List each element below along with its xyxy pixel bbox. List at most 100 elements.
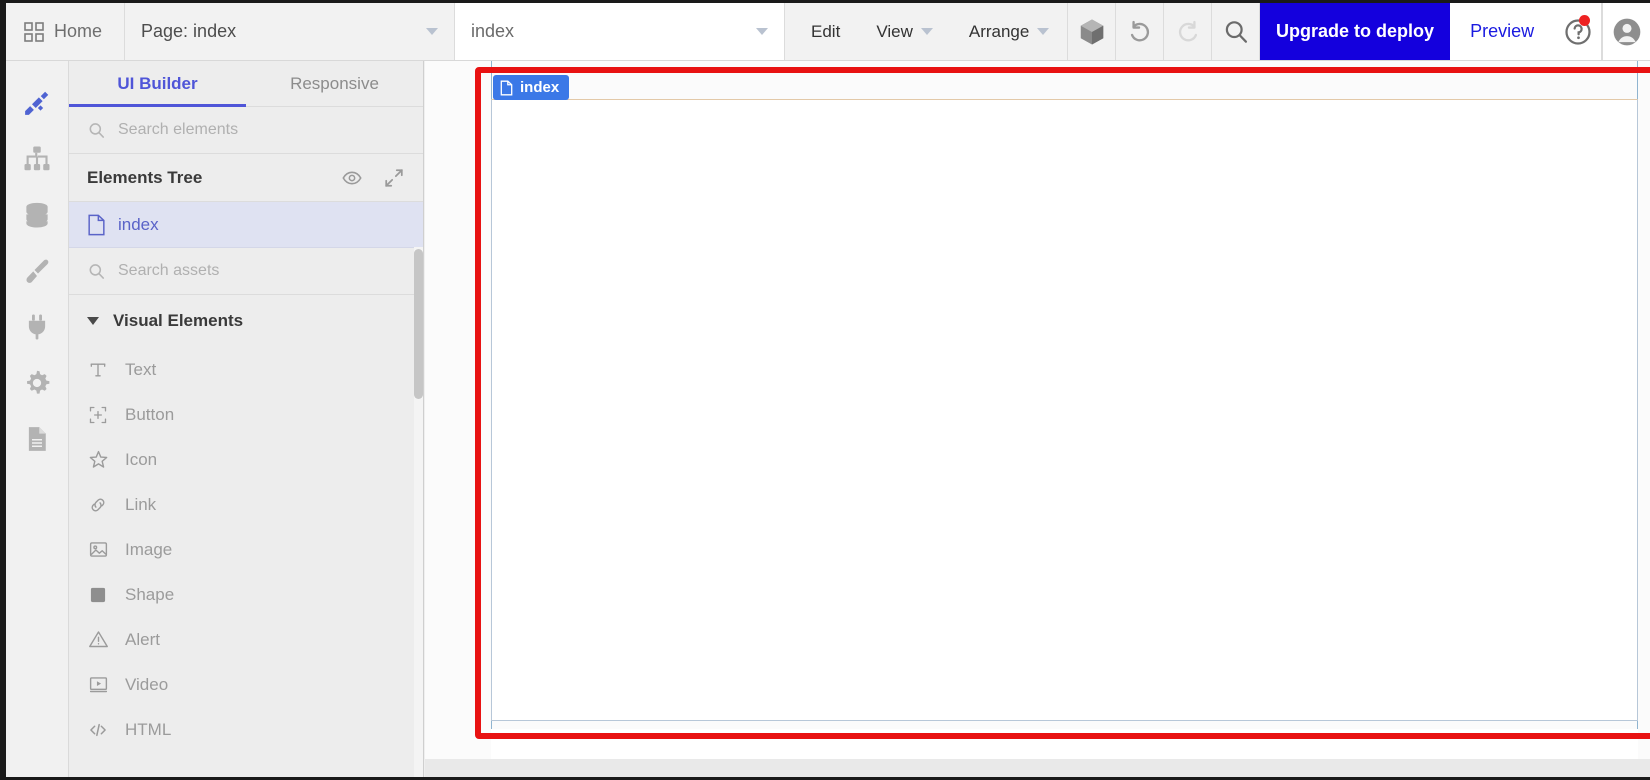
user-avatar-button[interactable] <box>1602 3 1650 60</box>
shape-square-icon <box>87 585 109 605</box>
rail-item-database[interactable] <box>14 187 60 243</box>
rail-item-styles[interactable] <box>14 243 60 299</box>
menu-arrange-label: Arrange <box>968 21 1030 41</box>
top-toolbar: Home Page: index index Edit View Arrange <box>6 3 1650 61</box>
search-icon <box>87 121 106 140</box>
elements-tree-header: Elements Tree <box>69 154 423 202</box>
page-file-icon <box>500 80 513 96</box>
help-button[interactable] <box>1554 3 1603 60</box>
rail-item-design-tools[interactable] <box>14 75 60 131</box>
home-button[interactable]: Home <box>6 3 126 60</box>
tab-ui-builder[interactable]: UI Builder <box>69 61 246 107</box>
text-t-icon <box>87 360 109 380</box>
left-panel: UI Builder Responsive Search elements El… <box>69 61 424 777</box>
star-icon <box>87 449 109 470</box>
canvas-page-badge[interactable]: index <box>493 75 570 100</box>
element-item-alert-label: Alert <box>125 629 160 649</box>
database-icon <box>22 200 52 230</box>
element-item-button-label: Button <box>125 404 175 424</box>
search-elements-input[interactable]: Search elements <box>69 107 423 154</box>
page-selector[interactable]: Page: index <box>125 3 456 60</box>
chevron-down-icon <box>1037 28 1050 35</box>
notification-dot <box>1579 15 1591 26</box>
3d-cube-button[interactable] <box>1068 3 1117 60</box>
menu-view[interactable]: View <box>858 3 951 60</box>
element-item-shape-label: Shape <box>125 584 175 604</box>
chevron-down-icon <box>87 317 99 325</box>
undo-button[interactable] <box>1116 3 1165 60</box>
grid-apps-icon <box>24 21 44 42</box>
panel-tabs: UI Builder Responsive <box>69 61 423 107</box>
3d-cube-icon <box>1077 17 1107 47</box>
code-html-icon <box>87 720 109 740</box>
button-plus-icon <box>87 405 109 425</box>
panel-scrollbar-thumb[interactable] <box>414 249 423 399</box>
page-selector-label: Page: index <box>141 21 237 41</box>
user-avatar-icon <box>1611 16 1643 48</box>
search-elements-placeholder: Search elements <box>118 121 239 138</box>
element-item-link[interactable]: Link <box>69 482 423 527</box>
chevron-down-icon <box>426 28 439 35</box>
preview-button[interactable]: Preview <box>1450 3 1555 60</box>
search-icon <box>1222 18 1250 46</box>
element-item-button[interactable]: Button <box>69 392 423 437</box>
expand-diagonal-icon[interactable] <box>383 167 405 189</box>
element-item-shape[interactable]: Shape <box>69 572 423 617</box>
visual-elements-title: Visual Elements <box>113 311 244 330</box>
element-item-icon[interactable]: Icon <box>69 437 423 482</box>
search-button[interactable] <box>1212 3 1261 60</box>
rail-item-plugins[interactable] <box>14 299 60 355</box>
menu-arrange[interactable]: Arrange <box>951 3 1067 60</box>
element-item-icon-label: Icon <box>125 449 158 469</box>
tree-item-index[interactable]: index <box>69 202 423 248</box>
rail-item-documents[interactable] <box>14 411 60 467</box>
rail-item-sitemap[interactable] <box>14 131 60 187</box>
upgrade-to-deploy-button[interactable]: Upgrade to deploy <box>1260 3 1451 60</box>
app-root: Home Page: index index Edit View Arrange <box>0 0 1650 780</box>
upgrade-to-deploy-label: Upgrade to deploy <box>1276 21 1435 41</box>
element-item-video-label: Video <box>125 674 169 694</box>
element-item-alert[interactable]: Alert <box>69 617 423 662</box>
sitemap-icon <box>22 144 52 174</box>
page-name-value: index <box>471 21 515 41</box>
canvas-footer-strip <box>425 759 1650 777</box>
element-item-link-label: Link <box>125 494 157 514</box>
visual-elements-section-header[interactable]: Visual Elements <box>69 295 423 347</box>
visual-elements-list: Text Button Icon Link Image Shape Alert … <box>69 347 423 777</box>
element-item-video[interactable]: Video <box>69 662 423 707</box>
link-chain-icon <box>87 495 109 515</box>
element-item-html[interactable]: HTML <box>69 707 423 752</box>
canvas-area[interactable]: index <box>425 61 1650 777</box>
canvas-page-badge-label: index <box>520 79 560 96</box>
eye-icon[interactable] <box>341 167 363 189</box>
element-item-text-label: Text <box>125 359 157 379</box>
menu-edit-label: Edit <box>811 21 841 41</box>
menu-edit[interactable]: Edit <box>785 3 858 60</box>
undo-icon <box>1126 18 1154 46</box>
preview-label: Preview <box>1470 21 1535 41</box>
element-item-text[interactable]: Text <box>69 347 423 392</box>
redo-button[interactable] <box>1164 3 1213 60</box>
chevron-down-icon <box>920 28 933 35</box>
tab-responsive-label: Responsive <box>290 73 379 93</box>
element-item-image[interactable]: Image <box>69 527 423 572</box>
design-tools-icon <box>22 88 52 118</box>
plugin-icon <box>22 312 52 342</box>
rail-item-settings[interactable] <box>14 355 60 411</box>
page-name-dropdown[interactable]: index <box>455 3 786 60</box>
page-file-icon <box>87 214 106 236</box>
tree-item-index-label: index <box>118 214 159 234</box>
tab-ui-builder-label: UI Builder <box>117 73 198 93</box>
paintbrush-icon <box>22 256 52 286</box>
tab-responsive[interactable]: Responsive <box>246 61 423 106</box>
menu-view-label: View <box>876 21 913 41</box>
element-item-image-label: Image <box>125 539 173 559</box>
home-label: Home <box>54 21 103 41</box>
search-icon <box>87 262 106 281</box>
settings-gear-icon <box>22 368 52 398</box>
alert-triangle-icon <box>87 629 109 650</box>
video-play-icon <box>87 674 109 695</box>
chevron-down-icon <box>756 28 769 35</box>
elements-tree-title: Elements Tree <box>87 167 203 187</box>
search-assets-input[interactable]: Search assets <box>69 248 423 295</box>
